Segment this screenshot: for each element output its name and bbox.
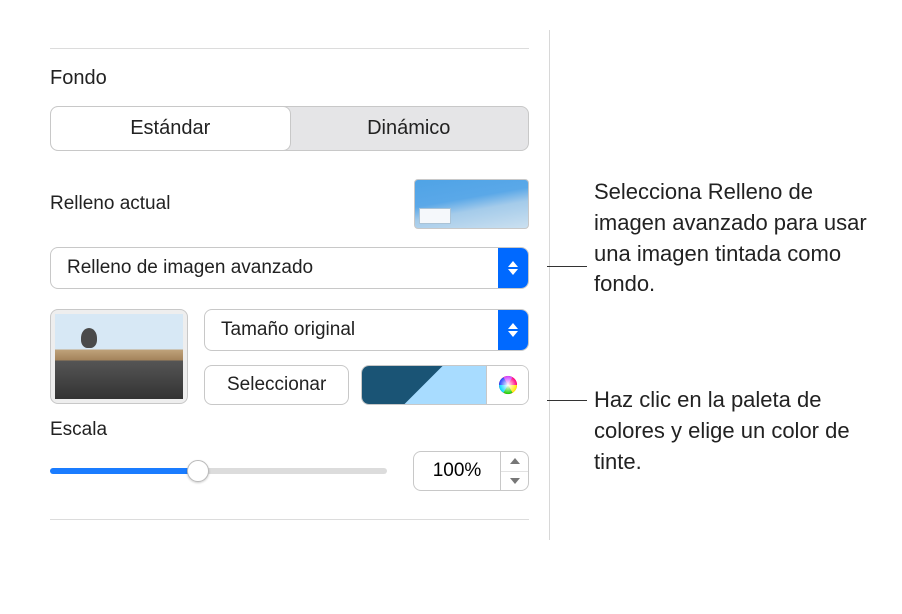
color-wheel-icon [497,374,519,396]
segment-dynamic[interactable]: Dinámico [290,107,529,150]
section-title: Fondo [50,67,529,90]
select-color-row: Seleccionar [204,365,529,405]
size-mode-value: Tamaño original [221,319,355,341]
stepper-down[interactable] [501,472,528,491]
background-panel: Fondo Estándar Dinámico Relleno actual R… [30,30,550,540]
scale-stepper: 100% [413,451,529,491]
image-preview [55,314,183,399]
current-fill-row: Relleno actual [50,179,529,229]
image-well[interactable] [50,309,188,404]
select-image-button[interactable]: Seleccionar [204,365,349,405]
current-fill-thumbnail[interactable] [414,179,529,229]
chevron-up-icon [510,458,520,464]
scale-row: 100% [50,451,529,491]
segment-control: Estándar Dinámico [50,106,529,151]
scale-slider[interactable] [50,456,387,486]
tint-color-swatch[interactable] [362,366,486,404]
image-options: Tamaño original Seleccionar [204,309,529,405]
segment-standard[interactable]: Estándar [51,107,290,150]
slider-fill [50,468,198,474]
stepper-buttons [500,452,528,490]
current-fill-label: Relleno actual [50,193,170,215]
scale-value-field[interactable]: 100% [414,452,500,490]
chevron-up-down-icon [498,248,528,288]
chevron-up-down-icon [498,310,528,350]
divider-top [50,48,529,49]
slider-track [50,468,387,474]
stepper-up[interactable] [501,452,528,472]
fill-type-value: Relleno de imagen avanzado [67,257,313,279]
image-fill-row: Tamaño original Seleccionar [50,309,529,405]
slider-thumb[interactable] [187,460,209,482]
callout-line-1 [547,266,587,267]
callout-line-2 [547,400,587,401]
callout-color-well: Haz clic en la paleta de colores y elige… [594,385,870,477]
scale-label: Escala [50,419,529,441]
divider-bottom [50,519,529,520]
tint-color-well [361,365,529,405]
callout-fill-type: Selecciona Relleno de imagen avanzado pa… [594,177,870,300]
color-picker-button[interactable] [486,366,528,404]
size-mode-dropdown[interactable]: Tamaño original [204,309,529,351]
fill-type-dropdown[interactable]: Relleno de imagen avanzado [50,247,529,289]
chevron-down-icon [510,478,520,484]
